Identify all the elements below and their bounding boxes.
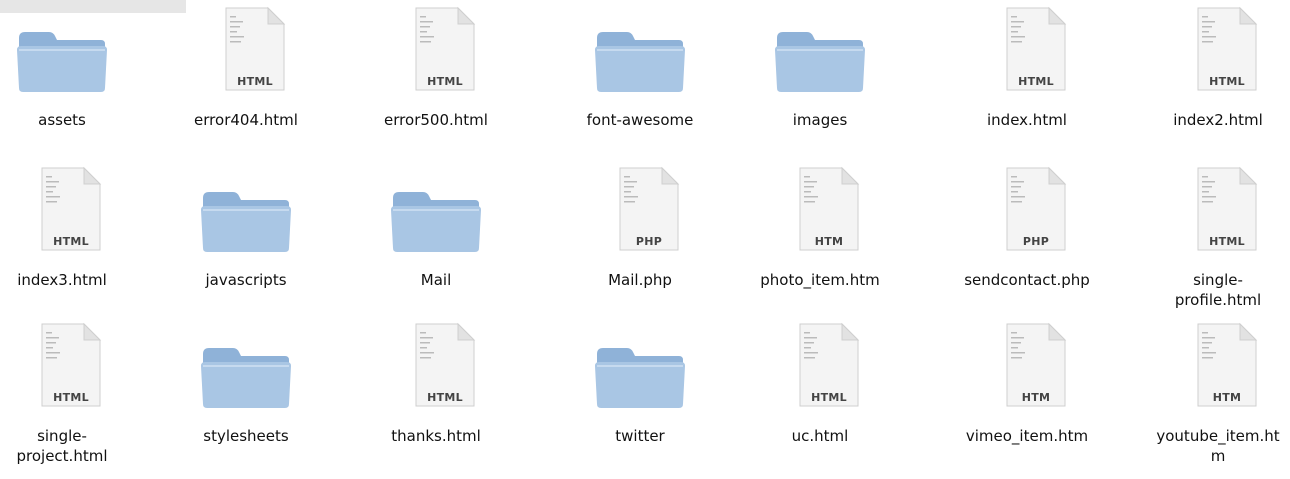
file-item[interactable]: assets: [0, 6, 142, 156]
file-name-label: single- profile.html: [1174, 271, 1262, 309]
file-name-label: error404.html: [194, 111, 298, 129]
htm-file-icon: HTM: [1168, 322, 1268, 412]
file-item[interactable]: HTML index.html: [947, 6, 1107, 156]
file-item[interactable]: font-awesome: [560, 6, 720, 156]
file-type-badge: HTML: [1209, 235, 1245, 248]
file-item[interactable]: HTML index3.html: [0, 166, 142, 316]
file-name-label: thanks.html: [391, 427, 481, 445]
file-type-badge: HTML: [1209, 75, 1245, 88]
file-item[interactable]: PHP Mail.php: [560, 166, 720, 316]
folder-icon: [595, 32, 685, 92]
html-file-icon: HTML: [12, 166, 112, 256]
folder-icon: [590, 6, 690, 96]
html-file-icon: HTML: [12, 322, 112, 412]
file-name-label: youtube_item.ht m: [1156, 427, 1280, 465]
folder-icon: [201, 192, 291, 252]
file-type-badge: PHP: [1022, 235, 1050, 248]
file-name-label: error500.html: [384, 111, 488, 129]
file-item[interactable]: HTM photo_item.htm: [740, 166, 900, 316]
file-name-label: vimeo_item.htm: [965, 427, 1089, 445]
file-item[interactable]: HTML single- project.html: [0, 322, 142, 472]
file-item[interactable]: twitter: [560, 322, 720, 472]
file-item[interactable]: HTML error500.html: [356, 6, 516, 156]
file-name-label: Mail: [420, 271, 452, 289]
file-type-badge: HTML: [53, 391, 89, 404]
htm-file-icon: HTM: [977, 322, 1077, 412]
folder-icon: [391, 192, 481, 252]
file-type-badge: HTM: [1212, 391, 1242, 404]
file-type-badge: HTML: [811, 391, 847, 404]
file-item[interactable]: HTML error404.html: [166, 6, 326, 156]
file-type-badge: HTML: [1018, 75, 1054, 88]
file-item[interactable]: PHP sendcontact.php: [947, 166, 1107, 316]
file-item[interactable]: HTML index2.html: [1138, 6, 1290, 156]
file-item[interactable]: images: [740, 6, 900, 156]
file-type-badge: HTM: [1021, 391, 1051, 404]
file-type-badge: HTML: [427, 75, 463, 88]
file-name-label: photo_item.htm: [760, 271, 880, 289]
file-item[interactable]: HTM youtube_item.ht m: [1138, 322, 1290, 472]
file-name-label: images: [792, 111, 848, 129]
folder-icon: [17, 32, 107, 92]
file-name-label: javascripts: [205, 271, 287, 289]
folder-icon: [201, 348, 291, 408]
php-file-icon: PHP: [590, 166, 690, 256]
file-name-label: index.html: [987, 111, 1067, 129]
file-name-label: Mail.php: [608, 271, 672, 289]
php-file-icon: PHP: [977, 166, 1077, 256]
folder-icon: [775, 32, 865, 92]
file-name-label: twitter: [615, 427, 665, 445]
html-file-icon: HTML: [1168, 6, 1268, 96]
folder-icon: [196, 166, 296, 256]
file-type-badge: HTML: [427, 391, 463, 404]
file-name-label: single- project.html: [16, 427, 108, 465]
html-file-icon: HTML: [977, 6, 1077, 96]
html-file-icon: HTML: [770, 322, 870, 412]
folder-icon: [196, 322, 296, 412]
file-name-label: index3.html: [17, 271, 107, 289]
html-file-icon: HTML: [386, 322, 486, 412]
folder-icon: [595, 348, 685, 408]
file-item[interactable]: HTML uc.html: [740, 322, 900, 472]
file-type-badge: HTML: [53, 235, 89, 248]
folder-icon: [590, 322, 690, 412]
file-type-badge: HTM: [814, 235, 844, 248]
file-item[interactable]: HTML thanks.html: [356, 322, 516, 472]
file-item[interactable]: javascripts: [166, 166, 326, 316]
file-name-label: sendcontact.php: [964, 271, 1090, 289]
html-file-icon: HTML: [386, 6, 486, 96]
file-name-label: uc.html: [791, 427, 849, 445]
file-item[interactable]: Mail: [356, 166, 516, 316]
file-item[interactable]: HTML single- profile.html: [1138, 166, 1290, 316]
file-name-label: stylesheets: [203, 427, 289, 445]
folder-icon: [386, 166, 486, 256]
file-item[interactable]: stylesheets: [166, 322, 326, 472]
file-name-label: font-awesome: [586, 111, 694, 129]
file-name-label: assets: [38, 111, 86, 129]
html-file-icon: HTML: [1168, 166, 1268, 256]
file-type-badge: PHP: [635, 235, 663, 248]
file-item[interactable]: HTM vimeo_item.htm: [947, 322, 1107, 472]
file-type-badge: HTML: [237, 75, 273, 88]
folder-icon: [12, 6, 112, 96]
file-name-label: index2.html: [1173, 111, 1263, 129]
html-file-icon: HTML: [196, 6, 296, 96]
folder-icon: [770, 6, 870, 96]
htm-file-icon: HTM: [770, 166, 870, 256]
